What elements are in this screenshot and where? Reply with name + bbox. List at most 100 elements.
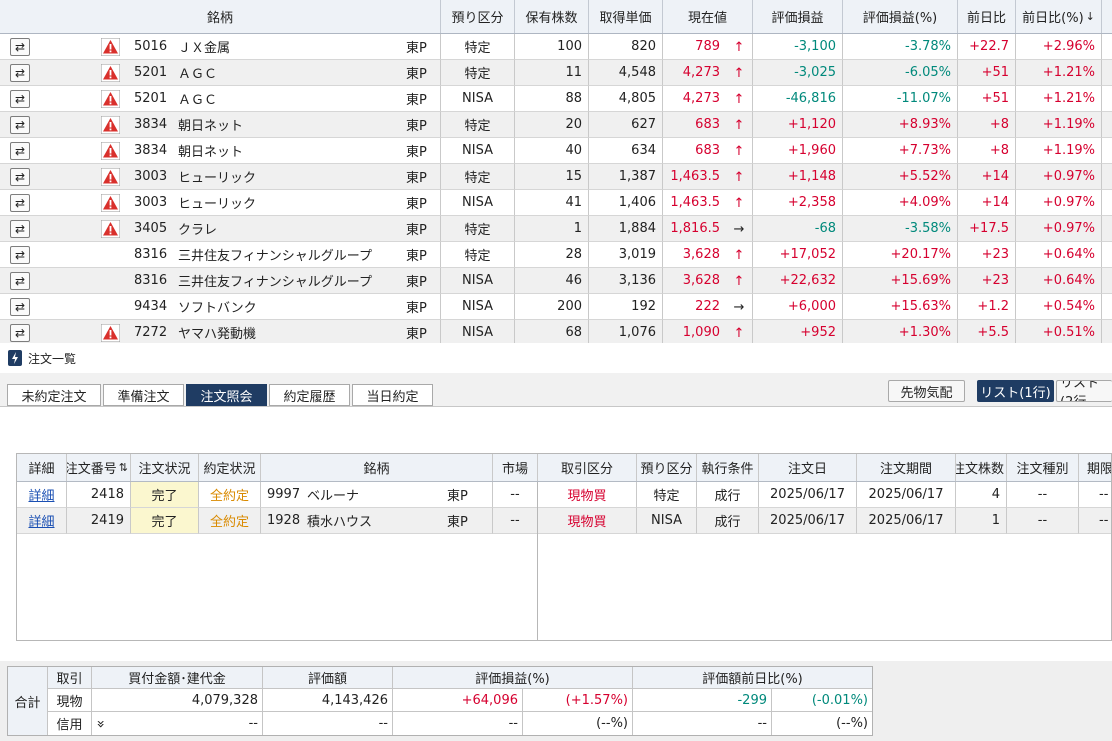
- holding-row[interactable]: ⇄ 8316 三井住友フィナンシャルグループ 東P 特定 28 3,019 +20.17% +2…: [0, 242, 1112, 268]
- stock-cell[interactable]: ⇄ 8316 三井住友フィナンシャルグループ 東P: [0, 242, 441, 268]
- col-header-trade-type[interactable]: 取引区分: [538, 454, 637, 481]
- holding-row[interactable]: ⇄ 5016 ＪＸ金属 東P 特定 100 820 -3.78% +22.7 +2.96% 789 ↑…: [0, 34, 1112, 60]
- col-header-order-qty[interactable]: 注文株数: [956, 454, 1007, 481]
- holding-row[interactable]: ⇄ 5201 ＡＧＣ 東P 特定 11 4,548 -6.05% +51 +1.21% 4,273 ↑…: [0, 60, 1112, 86]
- stock-cell[interactable]: ⇄ 5201 ＡＧＣ 東P: [0, 60, 441, 86]
- col-header-order-no[interactable]: 注文番号 ⇅: [67, 454, 131, 481]
- col-header-account[interactable]: 預り区分: [441, 0, 515, 33]
- col-header-name[interactable]: 銘柄: [0, 0, 441, 33]
- arrow-right-icon: →: [733, 221, 745, 237]
- col-header-period[interactable]: 注文期間: [857, 454, 956, 481]
- tab-execution-history[interactable]: 約定履歴: [269, 384, 350, 406]
- holding-row[interactable]: ⇄ 3834 朝日ネット 東P NISA 40 634 +7.73% +8 +1.19% 683 ↑ +…: [0, 138, 1112, 164]
- col-header-order-date[interactable]: 注文日: [759, 454, 857, 481]
- swap-icon[interactable]: ⇄: [10, 324, 30, 342]
- stock-cell[interactable]: ⇄ 3834 朝日ネット 東P: [0, 138, 441, 164]
- tab-unexecuted-orders[interactable]: 未約定注文: [7, 384, 101, 406]
- holding-row[interactable]: ⇄ 3003 ヒューリック 東P NISA 41 1,406 +4.09% +14 +0.97% 1…: [0, 190, 1112, 216]
- col-header-qty[interactable]: 保有株数: [515, 0, 589, 33]
- swap-icon[interactable]: ⇄: [10, 38, 30, 56]
- cost-cell: 1,076: [589, 320, 663, 343]
- warning-icon[interactable]: [101, 194, 120, 212]
- holding-row[interactable]: ⇄ 3834 朝日ネット 東P 特定 20 627 +8.93% +8 +1.19% 683 ↑ +1,…: [0, 112, 1112, 138]
- order-stock-cell: 1928 積水ハウス 東P: [261, 508, 493, 534]
- margin-valuation-change: --: [633, 712, 772, 735]
- detail-link[interactable]: 詳細: [17, 482, 67, 508]
- holding-row[interactable]: ⇄ 7272 ヤマハ発動機 東P NISA 68 1,076 +1.30% +5.5 +0.51%…: [0, 320, 1112, 343]
- stock-cell[interactable]: ⇄ 5201 ＡＧＣ 東P: [0, 86, 441, 112]
- stock-cell[interactable]: ⇄ 7272 ヤマハ発動機 東P: [0, 320, 441, 343]
- pl-cell: +2,358: [753, 190, 843, 216]
- warning-icon[interactable]: [101, 324, 120, 342]
- cell-text[interactable]: 詳細: [28, 485, 54, 504]
- stock-name: 積水ハウス: [307, 515, 373, 530]
- holding-row[interactable]: ⇄ 3003 ヒューリック 東P 特定 15 1,387 +5.52% +14 +0.97% 1,4…: [0, 164, 1112, 190]
- col-header-account[interactable]: 預り区分: [637, 454, 697, 481]
- holding-row[interactable]: ⇄ 8316 三井住友フィナンシャルグループ 東P NISA 46 3,136 +15.69%…: [0, 268, 1112, 294]
- col-header-exec-cond[interactable]: 執行条件: [697, 454, 759, 481]
- stock-cell[interactable]: ⇄ 3003 ヒューリック 東P: [0, 164, 441, 190]
- cell-text: NISA: [462, 325, 493, 340]
- warning-icon[interactable]: [101, 64, 120, 82]
- swap-icon[interactable]: ⇄: [10, 246, 30, 264]
- futures-quote-button[interactable]: 先物気配: [888, 380, 965, 402]
- col-header-cost[interactable]: 取得単価: [589, 0, 663, 33]
- expand-icon[interactable]: »: [92, 719, 108, 728]
- warning-icon[interactable]: [101, 142, 120, 160]
- cell-text: +23: [981, 273, 1009, 288]
- order-row[interactable]: 詳細 2418 完了 全約定 -- 現物買 特定 成行 2025/06/17 2025/06/17…: [17, 482, 1111, 508]
- swap-icon[interactable]: ⇄: [10, 272, 30, 290]
- col-header-order-status[interactable]: 注文状況: [131, 454, 199, 481]
- stock-cell[interactable]: ⇄ 9434 ソフトバンク 東P: [0, 294, 441, 320]
- pane-splitter[interactable]: [537, 482, 538, 640]
- cell-text: 683: [695, 143, 720, 158]
- col-header-exec-status[interactable]: 約定状況: [199, 454, 261, 481]
- stock-cell[interactable]: ⇄ 3405 クラレ 東P: [0, 216, 441, 242]
- order-no-cell: 2419: [67, 508, 131, 534]
- swap-icon[interactable]: ⇄: [10, 194, 30, 212]
- tab-prepared-orders[interactable]: 準備注文: [103, 384, 184, 406]
- warning-icon[interactable]: [101, 168, 120, 186]
- stock-code: 5201: [134, 65, 168, 80]
- cash-valuation: 4,143,426: [263, 689, 393, 712]
- swap-icon[interactable]: ⇄: [10, 168, 30, 186]
- swap-icon[interactable]: ⇄: [10, 64, 30, 82]
- pl-cell: +22,632: [753, 268, 843, 294]
- col-header-exchange[interactable]: 市場: [493, 454, 538, 481]
- col-header-price[interactable]: 現在値: [663, 0, 753, 33]
- detail-link[interactable]: 詳細: [17, 508, 67, 534]
- warning-icon[interactable]: [101, 90, 120, 108]
- swap-icon[interactable]: ⇄: [10, 116, 30, 134]
- col-header-expiry[interactable]: 期限: [1079, 454, 1111, 481]
- tab-order-inquiry[interactable]: 注文照会: [186, 384, 267, 406]
- col-header-chg-pct[interactable]: 前日比(%) ↓: [1016, 0, 1102, 33]
- list-one-line-button[interactable]: リスト(1行): [977, 380, 1054, 402]
- holding-row[interactable]: ⇄ 3405 クラレ 東P 特定 1 1,884 -3.58% +17.5 +0.97% 1,816…: [0, 216, 1112, 242]
- col-header-chg[interactable]: 前日比: [958, 0, 1016, 33]
- header-pl-label: 評価損益(%): [475, 672, 550, 687]
- stock-cell[interactable]: ⇄ 3834 朝日ネット 東P: [0, 112, 441, 138]
- stock-cell[interactable]: ⇄ 5016 ＪＸ金属 東P: [0, 34, 441, 60]
- col-header-pl[interactable]: 評価損益: [753, 0, 843, 33]
- warning-icon[interactable]: [101, 220, 120, 238]
- warning-icon[interactable]: [101, 116, 120, 134]
- stock-cell[interactable]: ⇄ 3003 ヒューリック 東P: [0, 190, 441, 216]
- col-header-detail[interactable]: 詳細: [17, 454, 67, 481]
- tab-today-executions[interactable]: 当日約定: [352, 384, 433, 406]
- swap-icon[interactable]: ⇄: [10, 220, 30, 238]
- warning-icon[interactable]: [101, 38, 120, 56]
- order-row[interactable]: 詳細 2419 完了 全約定 -- 現物買 NISA 成行 2025/06/17 2025/06/…: [17, 508, 1111, 534]
- holding-row[interactable]: ⇄ 5201 ＡＧＣ 東P NISA 88 4,805 -11.07% +51 +1.21% 4,2…: [0, 86, 1112, 112]
- col-header-order-kind[interactable]: 注文種別: [1007, 454, 1079, 481]
- holding-row[interactable]: ⇄ 9434 ソフトバンク 東P NISA 200 192 +15.63% +1.2 +0.54%…: [0, 294, 1112, 320]
- swap-icon[interactable]: ⇄: [10, 90, 30, 108]
- pl-cell: +1,120: [753, 112, 843, 138]
- stock-cell[interactable]: ⇄ 8316 三井住友フィナンシャルグループ 東P: [0, 268, 441, 294]
- cell-text[interactable]: 詳細: [28, 511, 54, 530]
- swap-icon[interactable]: ⇄: [10, 142, 30, 160]
- list-two-line-button[interactable]: リスト(2行: [1056, 380, 1112, 402]
- col-header-pl-pct[interactable]: 評価損益(%): [843, 0, 958, 33]
- col-header-name[interactable]: 銘柄: [261, 454, 493, 481]
- swap-icon[interactable]: ⇄: [10, 298, 30, 316]
- cell-text: +15.63%: [890, 299, 951, 314]
